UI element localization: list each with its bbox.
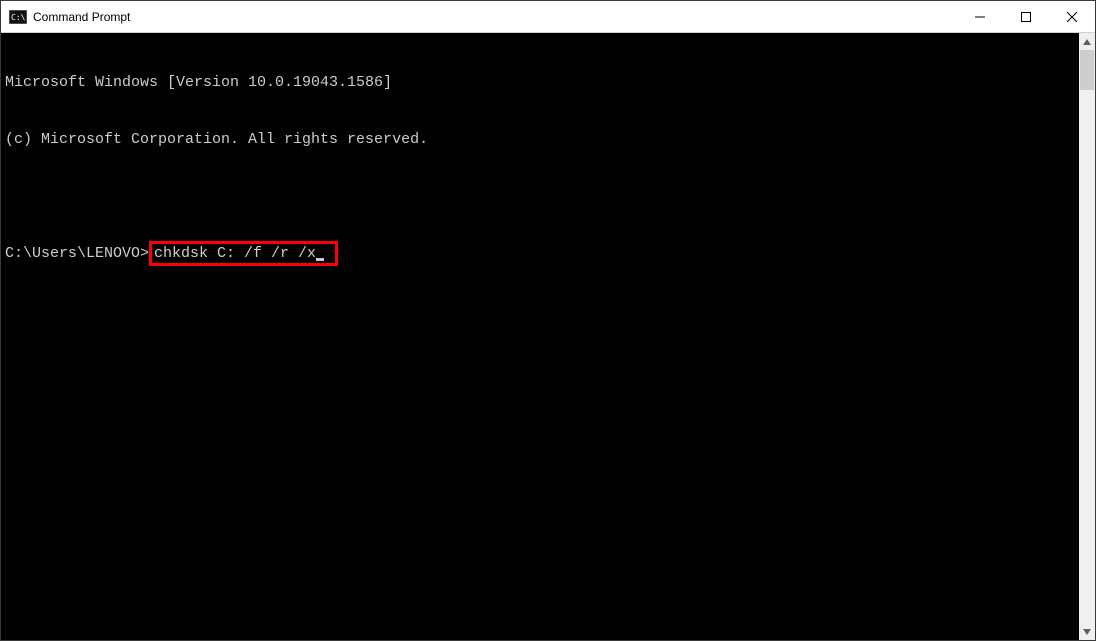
terminal-area[interactable]: Microsoft Windows [Version 10.0.19043.15… bbox=[1, 33, 1095, 640]
window-controls bbox=[957, 1, 1095, 32]
minimize-button[interactable] bbox=[957, 1, 1003, 32]
scroll-down-button[interactable] bbox=[1079, 623, 1095, 640]
titlebar[interactable]: C:\ Command Prompt bbox=[1, 1, 1095, 33]
terminal-content: Microsoft Windows [Version 10.0.19043.15… bbox=[1, 33, 1079, 640]
command-text: chkdsk C: /f /r /x bbox=[154, 245, 316, 262]
svg-text:C:\: C:\ bbox=[11, 13, 26, 22]
terminal-line-version: Microsoft Windows [Version 10.0.19043.15… bbox=[5, 73, 1075, 92]
titlebar-left: C:\ Command Prompt bbox=[1, 9, 130, 25]
blank-line bbox=[5, 187, 1075, 206]
prompt-path: C:\Users\LENOVO> bbox=[5, 244, 149, 263]
scroll-up-button[interactable] bbox=[1079, 33, 1095, 50]
text-cursor bbox=[316, 258, 324, 261]
window-title: Command Prompt bbox=[33, 10, 130, 24]
scroll-track[interactable] bbox=[1079, 50, 1095, 623]
maximize-button[interactable] bbox=[1003, 1, 1049, 32]
command-prompt-window: C:\ Command Prompt bbox=[0, 0, 1096, 641]
cmd-icon: C:\ bbox=[9, 9, 27, 25]
command-highlight: chkdsk C: /f /r /x bbox=[149, 241, 338, 266]
close-button[interactable] bbox=[1049, 1, 1095, 32]
scroll-thumb[interactable] bbox=[1080, 50, 1094, 90]
prompt-line: C:\Users\LENOVO> chkdsk C: /f /r /x bbox=[5, 244, 1075, 266]
vertical-scrollbar[interactable] bbox=[1079, 33, 1095, 640]
terminal-line-copyright: (c) Microsoft Corporation. All rights re… bbox=[5, 130, 1075, 149]
